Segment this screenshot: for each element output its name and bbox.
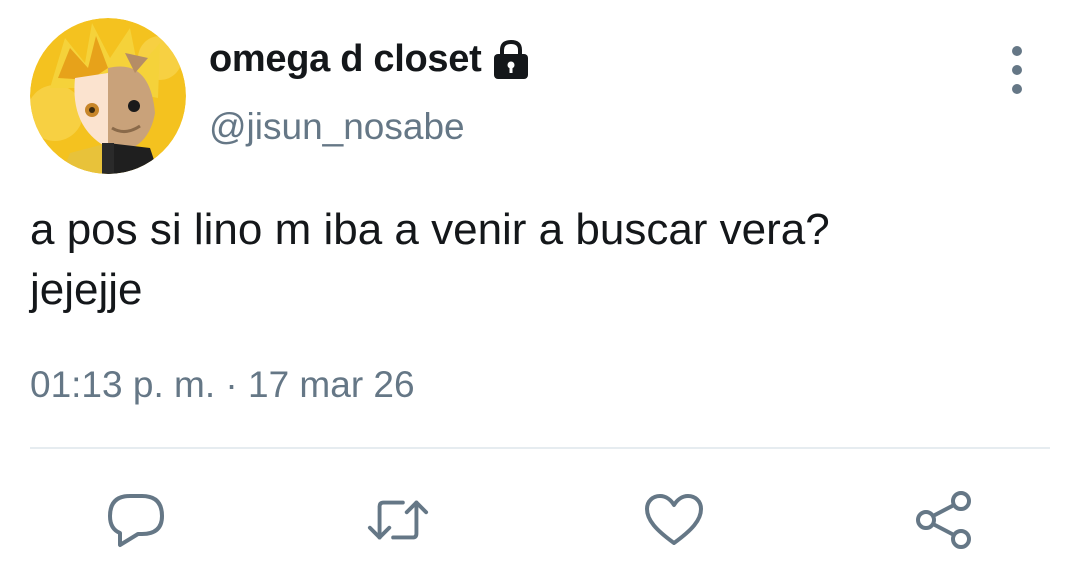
tweet-text-line: a pos si lino m iba a venir a buscar ver… <box>30 205 830 254</box>
more-options-icon[interactable] <box>1000 46 1034 94</box>
display-name[interactable]: omega d closet <box>209 38 482 81</box>
avatar-image <box>30 18 186 174</box>
tweet-text: a pos si lino m iba a venir a buscar ver… <box>30 200 1040 320</box>
tweet-text-line: jejejje <box>30 265 143 314</box>
avatar[interactable] <box>30 18 186 174</box>
reply-button[interactable] <box>104 488 168 552</box>
heart-icon <box>645 494 703 545</box>
tweet-detail: omega d closet @jisun_nosabe a pos si li… <box>0 0 1080 568</box>
share-button[interactable] <box>912 488 976 552</box>
user-handle[interactable]: @jisun_nosabe <box>209 106 465 148</box>
like-button[interactable] <box>642 488 706 552</box>
lock-icon <box>491 39 531 81</box>
retweet-icon <box>367 500 429 540</box>
tweet-timestamp[interactable]: 01:13 p. m. · 17 mar 26 <box>30 364 415 406</box>
divider <box>30 447 1050 449</box>
reply-icon <box>108 494 164 547</box>
share-icon <box>916 491 971 549</box>
name-row: omega d closet <box>209 38 531 81</box>
retweet-button[interactable] <box>366 488 430 552</box>
